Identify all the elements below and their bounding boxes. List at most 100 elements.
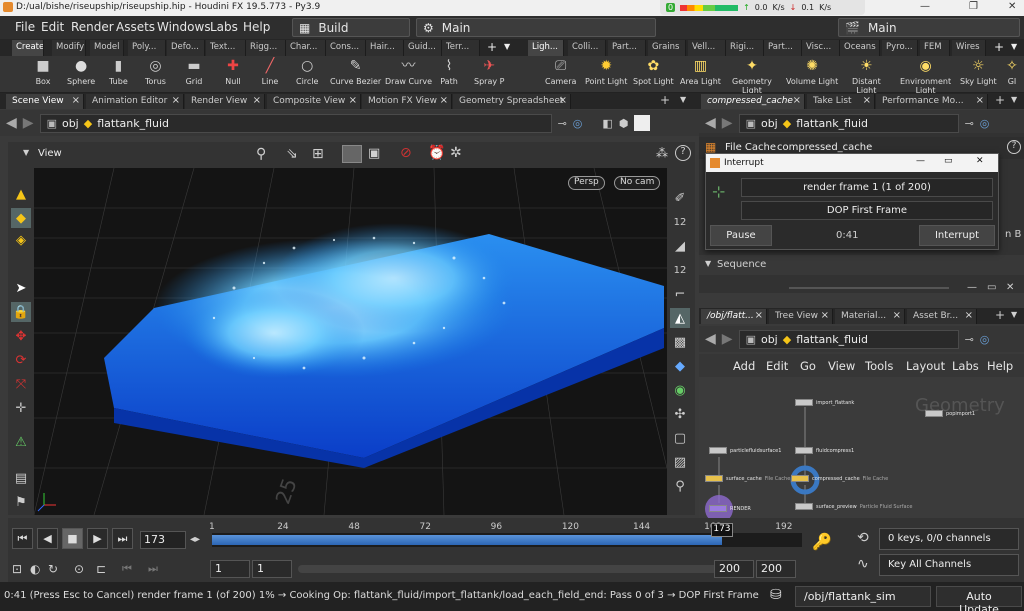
- channel-curve-icon[interactable]: ∿: [857, 556, 869, 572]
- net-menu-edit[interactable]: Edit: [766, 359, 788, 373]
- shelf-tab-model[interactable]: Model: [90, 40, 124, 56]
- render-region-icon[interactable]: ⚑: [11, 492, 31, 512]
- menu-assets[interactable]: Assets: [116, 20, 155, 34]
- add-shelf-tab-right-icon[interactable]: +: [994, 40, 1004, 54]
- net-menu-tools[interactable]: Tools: [865, 359, 893, 373]
- background-image-icon[interactable]: ▨: [670, 452, 690, 472]
- tool-distant-light[interactable]: ☀ Distant Light: [852, 57, 881, 96]
- shelf-tab-rigging[interactable]: Rigg...: [246, 40, 286, 56]
- shelf-tab-lights[interactable]: Ligh...: [528, 40, 564, 56]
- display-mode-icon[interactable]: [342, 145, 362, 163]
- key-mode-icon[interactable]: ⟲: [857, 530, 869, 546]
- node-particlefluidsurface1[interactable]: particlefluidsurface1: [709, 447, 781, 454]
- menu-file[interactable]: File: [15, 20, 35, 34]
- start-frame-field[interactable]: 1: [210, 560, 250, 578]
- loop-icon[interactable]: ↻: [48, 562, 58, 576]
- shelf-tab-guide[interactable]: Guid...: [404, 40, 442, 56]
- shelf-tab-poly[interactable]: Poly...: [128, 40, 166, 56]
- shelf-tab-vellum[interactable]: Vell...: [688, 40, 726, 56]
- brush-icon[interactable]: ◢: [670, 236, 690, 256]
- link-icon[interactable]: ◎: [573, 117, 583, 130]
- pin-icon[interactable]: ⊸: [558, 117, 567, 130]
- close-tab-icon[interactable]: ×: [253, 95, 261, 106]
- shelf-tab-particles[interactable]: Part...: [608, 40, 646, 56]
- tab-performance-monitor[interactable]: Performance Mo... ×: [876, 94, 988, 109]
- back-arrow-icon[interactable]: ◀: [705, 115, 716, 131]
- tool-volume-light[interactable]: ✺ Volume Light: [786, 57, 838, 87]
- tool-torus[interactable]: ◎ Torus: [145, 57, 166, 87]
- stop-icon[interactable]: ■: [62, 528, 83, 549]
- tool-geometry-light[interactable]: ✦ Geometry Light: [732, 57, 772, 96]
- tab-material[interactable]: Material... ×: [835, 309, 905, 324]
- net-menu-view[interactable]: View: [828, 359, 855, 373]
- select-mode-primitives-icon[interactable]: ◈: [11, 230, 31, 250]
- forward-arrow-icon[interactable]: ▶: [23, 115, 34, 131]
- key-all-channels-button[interactable]: Key All Channels: [879, 554, 1019, 576]
- desktop-right-selector[interactable]: 🎬 Main: [838, 18, 1020, 37]
- playbar-menu-icon[interactable]: ⊡: [12, 562, 22, 576]
- shelf-tab-texture[interactable]: Text...: [206, 40, 246, 56]
- minimize-icon[interactable]: —: [920, 1, 930, 12]
- timeline-track[interactable]: 1 24 48 72 96 120 144 168 192 173: [209, 522, 802, 556]
- pane-menu-arrow-icon[interactable]: ▼: [1011, 95, 1017, 104]
- tool-camera[interactable]: ⎚ Camera: [545, 57, 576, 87]
- tool-path[interactable]: ⌇ Path: [440, 57, 458, 87]
- node-fluidcompress1[interactable]: fluidcompress1: [795, 447, 854, 454]
- display-cube-icon[interactable]: ◧: [602, 117, 612, 130]
- link-icon[interactable]: ◎: [980, 333, 990, 346]
- tool-spray-paint[interactable]: ✈ Spray P: [474, 57, 504, 87]
- shelf-tab-hair[interactable]: Hair...: [366, 40, 404, 56]
- network-path-field[interactable]: ▣ obj ◆ flattank_fluid: [738, 329, 959, 349]
- tool-tube[interactable]: ▮ Tube: [109, 57, 128, 87]
- tab-motion-fx-view[interactable]: Motion FX View ×: [362, 94, 452, 109]
- audio-key-icon[interactable]: 🔑: [812, 532, 832, 551]
- playback-start-field[interactable]: 1: [252, 560, 292, 578]
- link-icon[interactable]: ◎: [980, 117, 990, 130]
- tool-sky-light[interactable]: ☼ Sky Light: [960, 57, 997, 87]
- snap-icon[interactable]: ✐: [670, 188, 690, 208]
- 3d-viewport[interactable]: 25 Persp No cam: [34, 168, 667, 515]
- camera-tumble-icon[interactable]: ⚲: [256, 146, 266, 162]
- tool-sphere[interactable]: ● Sphere: [67, 57, 95, 87]
- dialog-minimize-icon[interactable]: —: [916, 156, 925, 166]
- maximize-pane-icon[interactable]: ▭: [987, 282, 996, 293]
- close-tab-icon[interactable]: ×: [793, 95, 801, 106]
- timeline-cursor[interactable]: 173: [710, 523, 733, 537]
- forward-arrow-icon[interactable]: ▶: [722, 115, 733, 131]
- shelf-tab-create[interactable]: Create: [12, 40, 44, 56]
- current-network-path[interactable]: /obj/flattank_sim: [795, 586, 931, 607]
- tab-geometry-spreadsheet[interactable]: Geometry Spreadsheet ×: [453, 94, 571, 109]
- viewport-menu-arrow-icon[interactable]: ▼: [23, 148, 29, 157]
- tab-scene-view[interactable]: Scene View ×: [6, 94, 84, 109]
- network-editor[interactable]: Geometry import_flattank popimport1 part…: [699, 377, 1024, 518]
- interrupt-button[interactable]: Interrupt: [919, 225, 995, 246]
- shelf-tab-wires[interactable]: Wires: [952, 40, 986, 56]
- view-tool-icon[interactable]: ▤: [11, 468, 31, 488]
- shelf-tab-deform[interactable]: Defo...: [167, 40, 205, 56]
- shelf-tab-character[interactable]: Char...: [286, 40, 326, 56]
- light-tool-icon[interactable]: ⇘: [286, 146, 298, 162]
- select-mode-points-icon[interactable]: ▲: [11, 184, 31, 204]
- shelf-tab-constraints[interactable]: Cons...: [326, 40, 366, 56]
- tab-render-view[interactable]: Render View ×: [185, 94, 265, 109]
- add-pane-tab-icon[interactable]: +: [995, 93, 1005, 107]
- tool-draw-curve[interactable]: 〰 Draw Curve: [385, 57, 432, 87]
- back-arrow-icon[interactable]: ◀: [705, 331, 716, 347]
- snap-value-2[interactable]: 12: [670, 260, 690, 280]
- close-tab-icon[interactable]: ×: [440, 95, 448, 106]
- close-tab-icon[interactable]: ×: [821, 310, 829, 321]
- flipbook-icon[interactable]: ⚲: [670, 476, 690, 496]
- net-menu-labs[interactable]: Labs: [952, 359, 979, 373]
- construction-plane-icon[interactable]: ⌐: [670, 284, 690, 304]
- shading-mode-icon[interactable]: ▣: [368, 146, 380, 161]
- play-forward-icon[interactable]: ▶: [87, 528, 108, 549]
- snapshot-icon[interactable]: [634, 115, 651, 131]
- shelf-tab-collisions[interactable]: Colli...: [568, 40, 606, 56]
- viewport-options-icon[interactable]: ⁂: [656, 146, 668, 160]
- add-shelf-tab-icon[interactable]: +: [487, 40, 497, 54]
- current-frame-field[interactable]: 173: [140, 531, 186, 549]
- shelf-tab-rigid[interactable]: Rigi...: [726, 40, 764, 56]
- tool-curve-bezier[interactable]: ✎ Curve Bezier: [330, 57, 381, 87]
- pane-menu-arrow-icon[interactable]: ▼: [1011, 310, 1017, 319]
- box-display-icon[interactable]: ▢: [670, 428, 690, 448]
